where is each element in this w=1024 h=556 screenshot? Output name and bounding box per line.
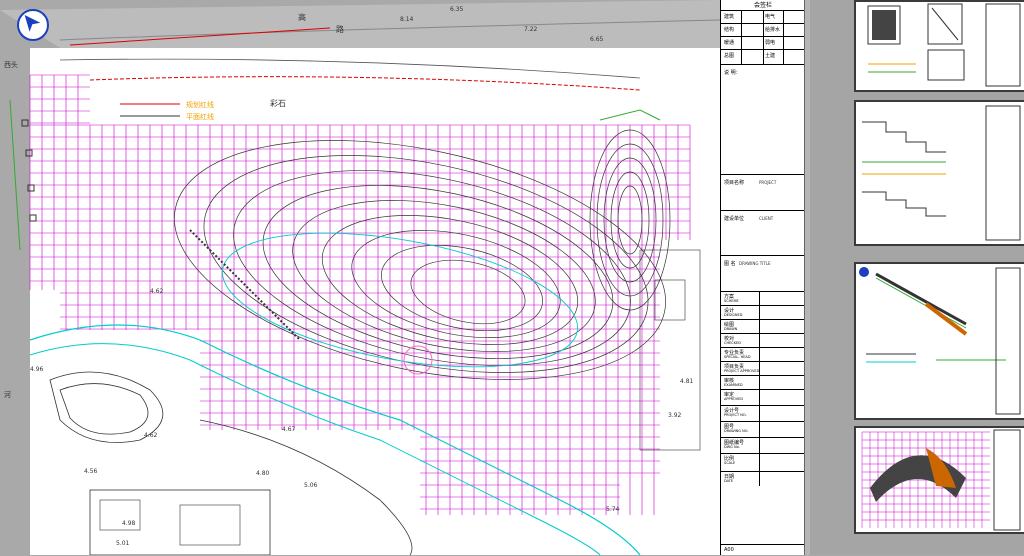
elevation-label: 6.65 <box>590 36 604 43</box>
road-curb <box>59 58 641 79</box>
title-block: 会签栏 建筑 电气 结构 给排水 暖通 弱电 总图 土建 说 明： 项目名称 P… <box>720 0 805 555</box>
elevation-label: 4.80 <box>256 470 270 477</box>
site-plan-drawing[interactable] <box>0 0 720 555</box>
north-arrow-icon <box>17 9 49 41</box>
road-area <box>0 0 720 48</box>
stone-label: 彩石 <box>270 99 286 108</box>
staff-label-en: CHECKED <box>724 341 741 345</box>
staff-label-en: PROJECT APPROVED <box>724 369 760 373</box>
plaza-circle <box>403 345 433 375</box>
elevation-label: 5.74 <box>606 506 620 513</box>
title-block-header: 会签栏 <box>753 2 772 9</box>
road-label-2: 路 <box>336 25 344 34</box>
signoff-row: 建筑 电气 <box>721 10 805 24</box>
water-contour <box>221 232 579 368</box>
legend-label-1: 规划红线 <box>186 101 214 109</box>
elevation-label: 7.22 <box>524 26 538 33</box>
staff-row: 比例 SCALE <box>721 453 805 472</box>
staff-label-en: APPROVED <box>724 397 744 401</box>
cad-viewport[interactable]: 高 路 彩石 规划红线 平面红线 西头 河 4.62 4.56 4.98 4.6… <box>0 0 1024 555</box>
marker-square <box>27 184 35 192</box>
red-boundary-line <box>89 76 641 91</box>
marker-square <box>21 119 29 127</box>
marker-square <box>25 149 33 157</box>
left-label: 西头 <box>4 61 18 69</box>
project-name-row: 项目名称 PROJECT <box>721 174 805 211</box>
sheet-thumbnails-panel[interactable] <box>810 0 1024 555</box>
sheet-thumbnail-4[interactable] <box>854 426 1024 534</box>
staff-label-en: DESIGNED <box>724 313 743 317</box>
contour-ring <box>174 140 666 380</box>
elevation-label: 4.62 <box>150 288 164 295</box>
staff-row: 绘图 DRAWN <box>721 319 805 334</box>
thumbnail-drawing <box>861 429 1021 531</box>
sheet-thumbnail-2[interactable] <box>854 100 1024 246</box>
elevation-label: 6.35 <box>450 6 464 13</box>
thumbnail-drawing <box>867 3 1021 87</box>
signoff-row: 总图 土建 <box>721 49 805 65</box>
elevation-label: 8.14 <box>400 16 414 23</box>
elevation-label: 4.56 <box>84 468 98 475</box>
staff-label-en: SCALE <box>724 461 736 465</box>
elevation-label: 4.81 <box>680 378 694 385</box>
signoff-row: 暖通 弱电 <box>721 36 805 50</box>
elevation-label: 4.96 <box>30 366 44 373</box>
elevation-label: 4.67 <box>282 426 296 433</box>
thumbnail-drawing <box>859 267 1021 415</box>
staff-row: 图纸编号 DWG No. <box>721 437 805 454</box>
building-right-2 <box>654 279 686 321</box>
signoff-row: 结构 给排水 <box>721 23 805 37</box>
staff-label-en: SCHEME <box>724 299 739 303</box>
green-path <box>9 99 21 251</box>
thumbnail-drawing <box>862 105 1021 241</box>
road-label-1: 高 <box>298 13 306 22</box>
elevation-label: 3.92 <box>668 412 682 419</box>
footer-row: A00 <box>721 544 805 556</box>
elevation-label: 5.01 <box>116 540 130 547</box>
sheet-thumbnail-1[interactable] <box>854 0 1024 92</box>
staff-label-en: SPECIAL. HEAD <box>724 355 751 359</box>
staff-label-en: DATE <box>724 479 734 483</box>
building-footprint-3 <box>179 504 241 546</box>
contour-lines <box>174 129 671 380</box>
elevation-label: 5.06 <box>304 482 318 489</box>
staff-label-en: DWG No. <box>724 445 740 449</box>
elevation-label: 4.62 <box>144 432 158 439</box>
marker-square <box>29 214 37 222</box>
staff-row: 校对 CHECKED <box>721 333 805 348</box>
elevation-label: 4.98 <box>122 520 136 527</box>
staff-row: 方案 SCHEME <box>721 291 805 306</box>
contour-ring <box>410 259 526 325</box>
legend-label-2: 平面红线 <box>186 113 214 121</box>
staff-label-en: DRAWN <box>724 327 738 331</box>
staff-row: 专业负责 SPECIAL. HEAD <box>721 347 805 362</box>
sheet-thumbnail-3[interactable] <box>854 262 1024 420</box>
notes-row: 说 明： <box>721 64 805 175</box>
staff-label-en: EXAMINED <box>724 383 743 387</box>
staff-label-en: PROJECT NO. <box>724 413 747 417</box>
staff-row: 设计号 PROJECT NO. <box>721 405 805 422</box>
staff-row: 日期 DATE <box>721 471 805 486</box>
island-contour-inner <box>59 383 149 435</box>
river-label: 河 <box>4 391 11 399</box>
staff-row: 项目负责 PROJECT APPROVED <box>721 361 805 376</box>
green-path-2 <box>599 109 661 121</box>
drawing-title-row: 图 名 DRAWING TITLE <box>721 255 805 292</box>
staff-label-en: DRAWING NO. <box>724 429 749 433</box>
staff-row: 审定 APPROVED <box>721 389 805 406</box>
staff-row: 图号 DRAWING NO. <box>721 421 805 438</box>
client-row: 建设单位 CLIENT <box>721 210 805 256</box>
staff-row: 设计 DESIGNED <box>721 305 805 320</box>
staff-row: 审核 EXAMINED <box>721 375 805 390</box>
